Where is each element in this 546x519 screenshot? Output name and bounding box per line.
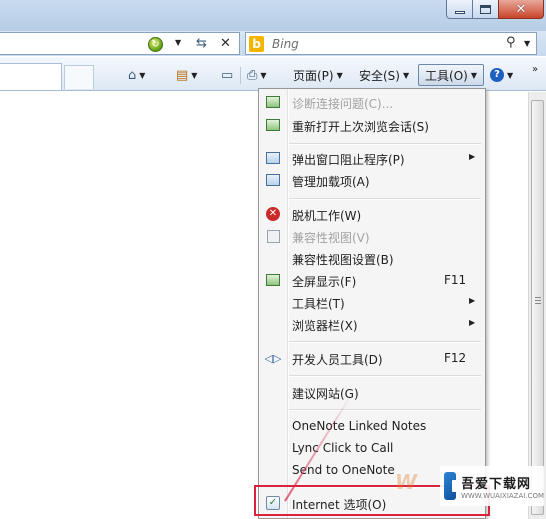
diagnose-icon — [265, 94, 281, 110]
menu-item-manage-addons[interactable]: 管理加载项(A) — [259, 169, 485, 191]
address-bar[interactable]: ↻ ▼ ⇆ ✕ — [0, 32, 240, 55]
menu-item-diagnose-connection[interactable]: 诊断连接问题(C)... — [259, 91, 485, 113]
go-icon[interactable]: ⇆ — [196, 36, 207, 51]
addons-icon — [265, 172, 281, 188]
minimize-icon — [454, 10, 465, 14]
tools-dropdown-menu: 诊断连接问题(C)... 重新打开上次浏览会话(S) 弹出窗口阻止程序(P) ▶… — [258, 88, 486, 519]
menu-item-popup-blocker[interactable]: 弹出窗口阻止程序(P) ▶ — [259, 147, 485, 169]
reopen-session-icon — [265, 117, 281, 133]
menu-separator — [289, 341, 481, 342]
vertical-scrollbar[interactable] — [528, 92, 546, 519]
chevron-down-icon: ▼ — [336, 70, 343, 80]
watermark-cube-icon — [444, 472, 462, 500]
safety-menu-button[interactable]: 安全(S) ▼ — [359, 65, 409, 85]
menu-item-explorer-bars[interactable]: 浏览器栏(X) ▶ — [259, 313, 485, 335]
feeds-button[interactable]: ▤ ▼ — [176, 65, 197, 85]
close-icon: ✕ — [515, 1, 527, 17]
menu-item-fullscreen[interactable]: 全屏显示(F) F11 — [259, 269, 485, 291]
toolbar-divider — [240, 67, 241, 84]
magnifier-icon[interactable]: ⚲ — [506, 35, 516, 50]
print-button[interactable]: ⎙ ▼ — [247, 65, 267, 85]
menu-separator — [289, 198, 481, 199]
page-menu-label: 页面(P) — [293, 68, 334, 83]
shortcut-f12: F12 — [444, 351, 467, 365]
maximize-button[interactable] — [472, 0, 499, 19]
menu-item-lync-click-to-call[interactable]: Lync Click to Call — [259, 437, 485, 459]
submenu-arrow-icon: ▶ — [469, 296, 476, 305]
tools-menu-button[interactable]: 工具(O) ▼ — [418, 64, 484, 86]
mail-icon: ▭ — [221, 67, 234, 83]
browser-tab[interactable] — [0, 63, 62, 90]
submenu-arrow-icon: ▶ — [469, 318, 476, 327]
menu-item-work-offline[interactable]: ✕ 脱机工作(W) — [259, 203, 485, 225]
chevron-down-icon: ▼ — [139, 70, 146, 80]
search-dropdown-icon[interactable]: ▼ — [524, 39, 530, 48]
watermark-title: 吾爱下载网 — [460, 476, 531, 492]
toolbar-overflow-button[interactable]: » — [532, 59, 538, 79]
menu-separator — [289, 409, 481, 410]
menu-item-suggested-sites[interactable]: 建议网站(G) — [259, 381, 485, 403]
close-button[interactable]: ✕ — [498, 0, 544, 19]
read-mail-button[interactable]: ▭ — [221, 65, 233, 85]
page-menu-button[interactable]: 页面(P) ▼ — [293, 65, 343, 85]
menu-item-compat-view[interactable]: 兼容性视图(V) — [259, 225, 485, 247]
popup-blocker-icon — [265, 150, 281, 166]
stop-icon[interactable]: ✕ — [220, 36, 231, 51]
compat-view-icon — [265, 228, 281, 244]
watermark-subtitle: WWW.WUAIXIAZAI.COM — [460, 491, 544, 500]
maximize-icon — [480, 4, 491, 14]
home-button[interactable]: ⌂ ▼ — [128, 65, 145, 85]
watermark-logo-mark: W — [395, 470, 418, 494]
offline-icon: ✕ — [265, 206, 281, 222]
menu-item-compat-view-settings[interactable]: 兼容性视图设置(B) — [259, 247, 485, 269]
safety-menu-label: 安全(S) — [359, 68, 400, 83]
compatibility-refresh-icon[interactable]: ↻ — [148, 37, 163, 52]
search-box[interactable]: b Bing ⚲ ▼ — [245, 32, 537, 55]
rss-icon: ▤ — [176, 67, 189, 83]
command-bar: ⌂ ▼ ▤ ▼ ▭ ⎙ ▼ 页面(P) ▼ 安全(S) ▼ 工具(O) ▼ ? … — [0, 57, 546, 91]
menu-item-developer-tools[interactable]: ◁▷ 开发人员工具(D) F12 — [259, 347, 485, 369]
menu-item-reopen-session[interactable]: 重新打开上次浏览会话(S) — [259, 114, 485, 136]
developer-tools-icon: ◁▷ — [264, 351, 282, 365]
help-button[interactable]: ? ▼ — [490, 65, 513, 85]
home-icon: ⌂ — [128, 67, 137, 83]
chevron-down-icon: ▼ — [507, 70, 514, 80]
scroll-grip — [535, 297, 541, 298]
scroll-grip — [535, 303, 541, 304]
minimize-button[interactable] — [446, 0, 473, 19]
search-placeholder: Bing — [272, 37, 299, 51]
window-title-bar: ✕ — [0, 0, 546, 31]
chevron-down-icon: ▼ — [191, 70, 198, 80]
printer-icon: ⎙ — [247, 67, 258, 83]
address-dropdown-icon[interactable]: ▼ — [175, 38, 181, 47]
scroll-grip — [535, 300, 541, 301]
menu-item-onenote-linked-notes[interactable]: OneNote Linked Notes — [259, 415, 485, 437]
bing-icon: b — [249, 36, 264, 52]
new-tab-button[interactable] — [64, 65, 94, 89]
chevron-down-icon: ▼ — [470, 70, 477, 80]
tools-menu-label: 工具(O) — [425, 68, 468, 83]
watermark: 吾爱下载网 WWW.WUAIXIAZAI.COM — [440, 466, 544, 506]
menu-item-toolbars[interactable]: 工具栏(T) ▶ — [259, 291, 485, 313]
scrollbar-thumb[interactable] — [531, 100, 544, 515]
shortcut-f11: F11 — [444, 273, 467, 287]
help-icon: ? — [490, 68, 504, 82]
address-row: ↻ ▼ ⇆ ✕ b Bing ⚲ ▼ — [0, 31, 546, 56]
chevron-down-icon: ▼ — [260, 70, 267, 80]
fullscreen-icon — [265, 272, 281, 288]
chevron-down-icon: ▼ — [402, 70, 410, 80]
menu-separator — [289, 143, 481, 144]
menu-separator — [289, 375, 481, 376]
submenu-arrow-icon: ▶ — [469, 152, 476, 161]
